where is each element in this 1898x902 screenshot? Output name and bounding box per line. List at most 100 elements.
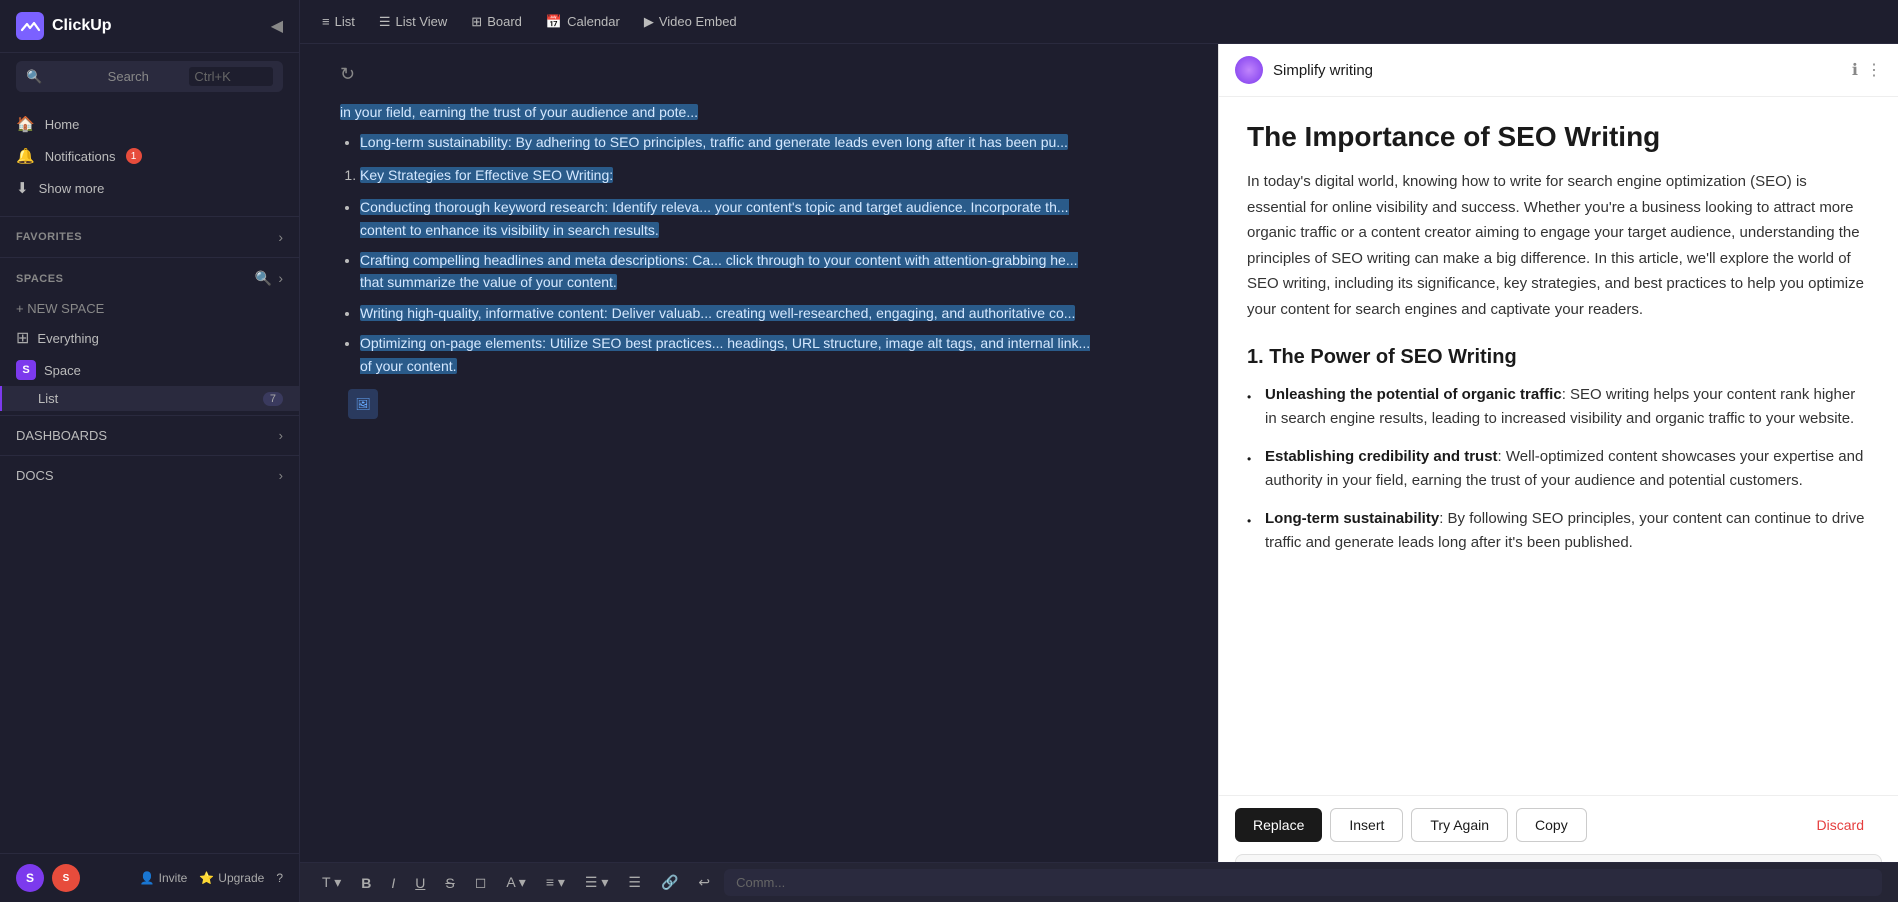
bullet-item-5-text: Optimizing on-page elements: Utilize SEO… [360,335,1090,373]
search-bar[interactable]: 🔍 Search Ctrl+K [16,61,283,92]
copy-button[interactable]: Copy [1516,808,1587,842]
ai-panel-title: Simplify writing [1273,62,1852,79]
sidebar-item-show-more[interactable]: ⬇ Show more [0,172,299,204]
sidebar-item-notifications-label: Notifications [45,149,116,164]
sidebar-item-show-more-label: Show more [39,181,105,196]
ai-panel: Simplify writing ℹ ⋮ The Importance of S… [1218,44,1898,902]
invite-icon: 👤 [140,871,155,885]
ai-bullet-dot-2: • [1247,450,1255,493]
new-space-button[interactable]: + NEW SPACE [0,295,299,322]
sidebar-item-home-label: Home [45,117,80,132]
divider-dashboards [0,415,299,416]
sidebar-item-home[interactable]: 🏠 Home [0,108,299,140]
editor-line1-text: in your field, earning the trust of your… [340,104,698,120]
docs-row[interactable]: DOCS › [0,460,299,491]
upgrade-icon: ⭐ [199,871,214,885]
spaces-header[interactable]: SPACES 🔍 › [0,262,299,295]
editor-wrapper: ↻ in your field, earning the trust of yo… [300,44,1898,902]
user-avatar: S [16,864,44,892]
ai-more-icon[interactable]: ⋮ [1866,60,1882,80]
align-button[interactable]: ≡ ▾ [540,871,571,894]
tab-calendar[interactable]: 📅 Calendar [536,9,630,35]
sidebar-item-space-label: Space [44,363,81,378]
link-button[interactable]: 🔗 [655,871,684,894]
collapse-button[interactable]: ◀ [271,16,283,36]
color-button[interactable]: A ▾ [500,871,531,894]
try-again-button[interactable]: Try Again [1411,808,1508,842]
spaces-expand-icon[interactable]: › [278,270,283,287]
tab-board-label: Board [487,14,522,29]
replace-button[interactable]: Replace [1235,808,1322,842]
docs-label: DOCS [16,468,54,483]
main-toolbar: ≡ List ☰ List View ⊞ Board 📅 Calendar ▶ … [300,0,1898,44]
board-icon: ⊞ [471,14,482,30]
logo-area: ClickUp [16,12,112,40]
tab-video-embed[interactable]: ▶ Video Embed [634,9,747,35]
text-style-button[interactable]: T ▾ [316,871,347,894]
dashboards-chevron: › [279,428,283,443]
sidebar-nav: 🏠 Home 🔔 Notifications 1 ⬇ Show more [0,100,299,212]
invite-button[interactable]: 👤 Invite [140,871,188,885]
bullet-item-2: Conducting thorough keyword research: Id… [360,196,1100,241]
search-area[interactable]: 🔍 Search Ctrl+K [0,53,299,100]
underline-button[interactable]: U [409,872,431,894]
ai-info-icon[interactable]: ℹ [1852,60,1858,80]
sidebar-header: ClickUp ◀ [0,0,299,53]
search-shortcut: Ctrl+K [189,67,273,86]
bullet-list-2: Conducting thorough keyword research: Id… [340,196,1100,377]
sidebar-item-list[interactable]: List 7 [0,386,299,411]
editor-area[interactable]: ↻ in your field, earning the trust of yo… [300,44,1218,902]
insert-button[interactable]: Insert [1330,808,1403,842]
favorites-header[interactable]: FAVORITES › [0,221,299,253]
divider-spaces [0,257,299,258]
list2-button[interactable]: ☰ [622,871,647,894]
list-button[interactable]: ☰ ▾ [579,871,614,894]
sidebar-item-space[interactable]: S Space [0,354,299,386]
strikethrough-button[interactable]: S [439,872,460,894]
bold-button[interactable]: B [355,872,377,894]
ai-action-buttons: Replace Insert Try Again Copy Discard [1235,808,1882,842]
everything-icon: ⊞ [16,328,29,348]
tab-list-view[interactable]: ☰ List View [369,9,457,35]
tab-list[interactable]: ≡ List [312,9,365,34]
favorites-chevron: › [278,229,283,245]
comment-input[interactable]: Comm... [724,869,1218,896]
spaces-search-icon[interactable]: 🔍 [255,270,272,287]
list-icon: ≡ [322,14,330,29]
ai-intro-text: In today's digital world, knowing how to… [1247,169,1870,322]
ai-bullet-item-2: • Establishing credibility and trust: We… [1247,445,1870,493]
search-placeholder: Search [108,69,182,84]
comment-placeholder: Comm... [736,875,785,890]
bullet-item-4-text: Writing high-quality, informative conten… [360,305,1075,321]
image-placeholder[interactable]: 🖼 [348,389,378,419]
sidebar-item-list-label: List [38,391,58,406]
ai-header: Simplify writing ℹ ⋮ [1219,44,1898,97]
calendar-icon: 📅 [546,14,562,30]
dashboards-row[interactable]: DASHBOARDS › [0,420,299,451]
upgrade-button[interactable]: ⭐ Upgrade [199,871,264,885]
notifications-badge: 1 [126,148,142,164]
bullet-item-1: Long-term sustainability: By adhering to… [360,131,1100,153]
undo-button[interactable]: ↩ [692,871,716,894]
editor-line1: in your field, earning the trust of your… [340,101,1100,123]
ai-bullet-dot-3: • [1247,512,1255,555]
refresh-icon[interactable]: ↻ [340,64,1178,85]
ai-bullet-1-bold: Unleashing the potential of organic traf… [1265,386,1562,403]
ai-bullet-item-1: • Unleashing the potential of organic tr… [1247,383,1870,431]
tab-board[interactable]: ⊞ Board [461,9,532,35]
dashboards-label: DASHBOARDS [16,428,107,443]
ai-article-title: The Importance of SEO Writing [1247,121,1870,153]
new-space-label: + NEW SPACE [16,301,104,316]
bullet-item-5: Optimizing on-page elements: Utilize SEO… [360,332,1100,377]
ai-bullet-2-bold: Establishing credibility and trust [1265,448,1498,465]
italic-button[interactable]: I [385,872,401,894]
help-icon: ? [276,871,283,885]
divider-favorites [0,216,299,217]
box-button[interactable]: ◻ [469,871,493,894]
tab-video-embed-label: Video Embed [659,14,737,29]
notifications-icon: 🔔 [16,147,35,165]
sidebar-item-notifications[interactable]: 🔔 Notifications 1 [0,140,299,172]
help-button[interactable]: ? [276,871,283,885]
discard-button[interactable]: Discard [1799,808,1882,842]
sidebar-item-everything[interactable]: ⊞ Everything [0,322,299,354]
